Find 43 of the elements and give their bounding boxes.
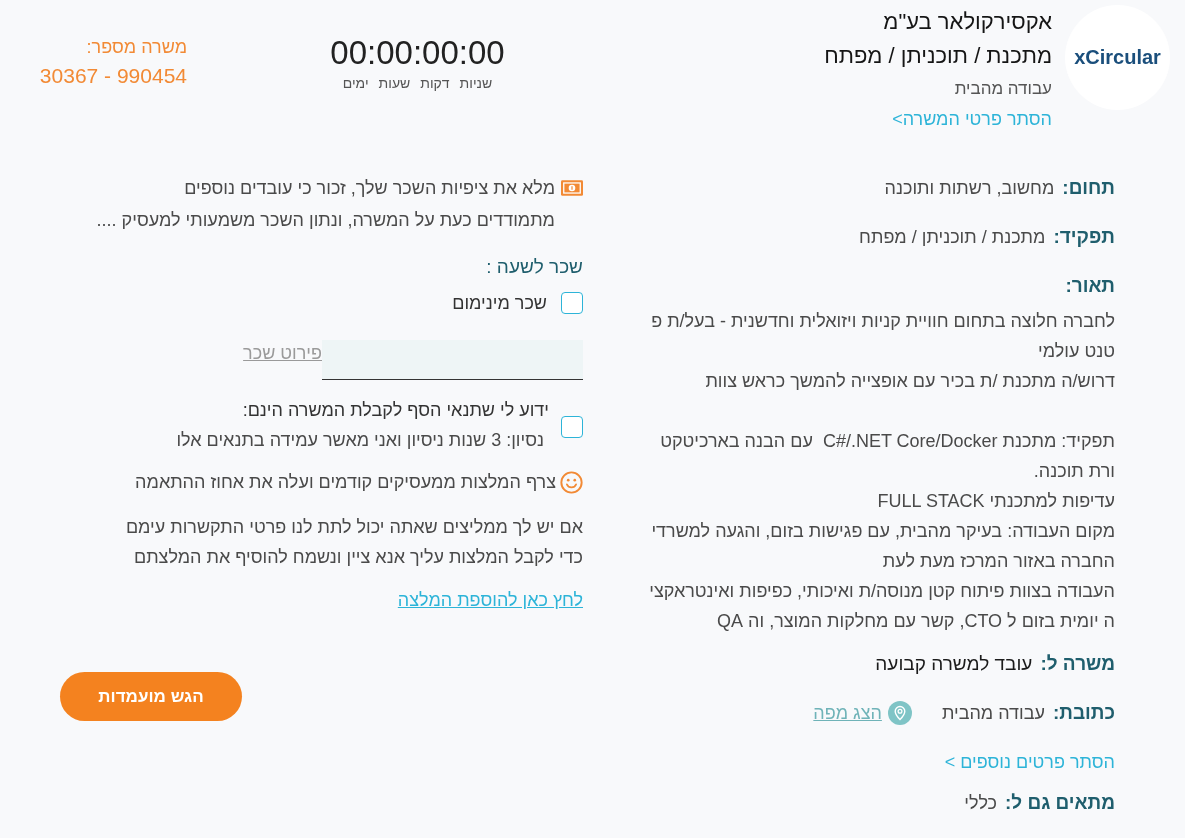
location-pin-icon bbox=[887, 701, 912, 725]
field-value: עובד למשרה קבועה bbox=[875, 652, 1033, 676]
requirements-title: ידוע לי שתנאי הסף לקבלת המשרה הינם: bbox=[242, 399, 549, 422]
field-value: עבודה מהבית bbox=[941, 702, 1045, 725]
timer-unit-label: ימים bbox=[342, 74, 369, 93]
job-number: 30367 - 990454 bbox=[39, 63, 187, 89]
job-number-label: משרה מספר: bbox=[86, 36, 187, 59]
timer-unit-label: שעות bbox=[378, 74, 411, 93]
timer-unit-label: שניות bbox=[459, 74, 493, 93]
salary-details-label: פירוט שכר bbox=[243, 342, 322, 365]
timer-unit-label: דקות bbox=[420, 74, 450, 93]
hide-job-details-link[interactable]: הסתר פרטי המשרה> bbox=[892, 105, 1052, 133]
smiley-icon bbox=[560, 470, 583, 494]
hide-more-details-link[interactable]: הסתר פרטים נוספים > bbox=[944, 749, 1115, 775]
field-label: כתובת: bbox=[1053, 701, 1115, 725]
salary-details-field[interactable] bbox=[322, 340, 583, 380]
salary-note: מלא את ציפיות השכר שלך, זכור כי עובדים נוספים מתמודדים כעת על המשרה, ונתון השכר משמעותי למעסיק .... bbox=[96, 177, 555, 232]
company-logo: xCircular bbox=[1065, 5, 1170, 110]
show-map-link[interactable]: הצג מפה bbox=[813, 700, 882, 726]
minimum-wage-checkbox[interactable] bbox=[561, 292, 583, 314]
description-paragraph: תפקיד: מתכנת C#/.NET Core/Docker עם הבנה בארכיטקט ורת תוכנה. עדיפות למתכנתי FULL STACK מקום העבודה: בעיקר מהבית, עם פגישות בזום, והגעה למשרדי החברה באזור המרכז מעת לעת העבודה בצוות פיתוח קטן מנוסה/ת ואיכותי, כפיפות ואינטראקצי ה יומית בזום ל CTO, קשר עם מחלקות המוצר, וה QA bbox=[649, 430, 1115, 633]
minimum-wage-label: שכר מינימום bbox=[452, 292, 547, 314]
banknote-icon bbox=[561, 180, 583, 196]
field-value: מחשוב, רשתות ותוכנה bbox=[884, 177, 1055, 200]
add-recommendation-link[interactable]: לחץ כאן להוספת המלצה bbox=[397, 586, 583, 614]
field-label: תפקיד: bbox=[1053, 225, 1115, 249]
job-title: מתכנת / תוכניתן / מפתח bbox=[824, 42, 1052, 70]
requirements-condition: נסיון: 3 שנות ניסיון ואני מאשר עמידה בתנאים אלו bbox=[176, 429, 544, 452]
field-label: משרה ל: bbox=[1040, 652, 1115, 676]
recommendations-tip: צרף המלצות ממעסיקים קודמים ועלה את אחוז ההתאמה bbox=[135, 471, 556, 493]
field-label: תאור: bbox=[1065, 274, 1115, 298]
hourly-wage-label: שכר לשעה : bbox=[486, 255, 583, 279]
submit-application-button[interactable]: הגש מועמדות bbox=[60, 672, 242, 721]
requirements-checkbox[interactable] bbox=[561, 416, 583, 438]
company-name: אקסירקולאר בע"מ bbox=[883, 8, 1052, 36]
field-value: מתכנת / תוכניתן / מפתח bbox=[859, 226, 1046, 249]
field-label: תחום: bbox=[1062, 176, 1115, 200]
description-paragraph: לחברה חלוצה בתחום חוויית קניות ויזואלית וחדשנית - בעל/ת פ טנט עולמי דרוש/ה מתכנת /ת בכיר עם אופצייה להמשך כראש צוות bbox=[650, 310, 1115, 393]
field-label: מתאים גם ל: bbox=[1005, 791, 1115, 815]
field-value: כללי bbox=[964, 792, 998, 815]
countdown-timer: 00:00:00:00 bbox=[330, 33, 505, 73]
work-type: עבודה מהבית bbox=[954, 78, 1052, 100]
recommenders-text: אם יש לך ממליצים שאתה יכול לתת לנו פרטי התקשרות עימם כדי לקבל המלצות עליך אנא ציין ונשמח להוסיף את המלצתם bbox=[125, 516, 583, 569]
